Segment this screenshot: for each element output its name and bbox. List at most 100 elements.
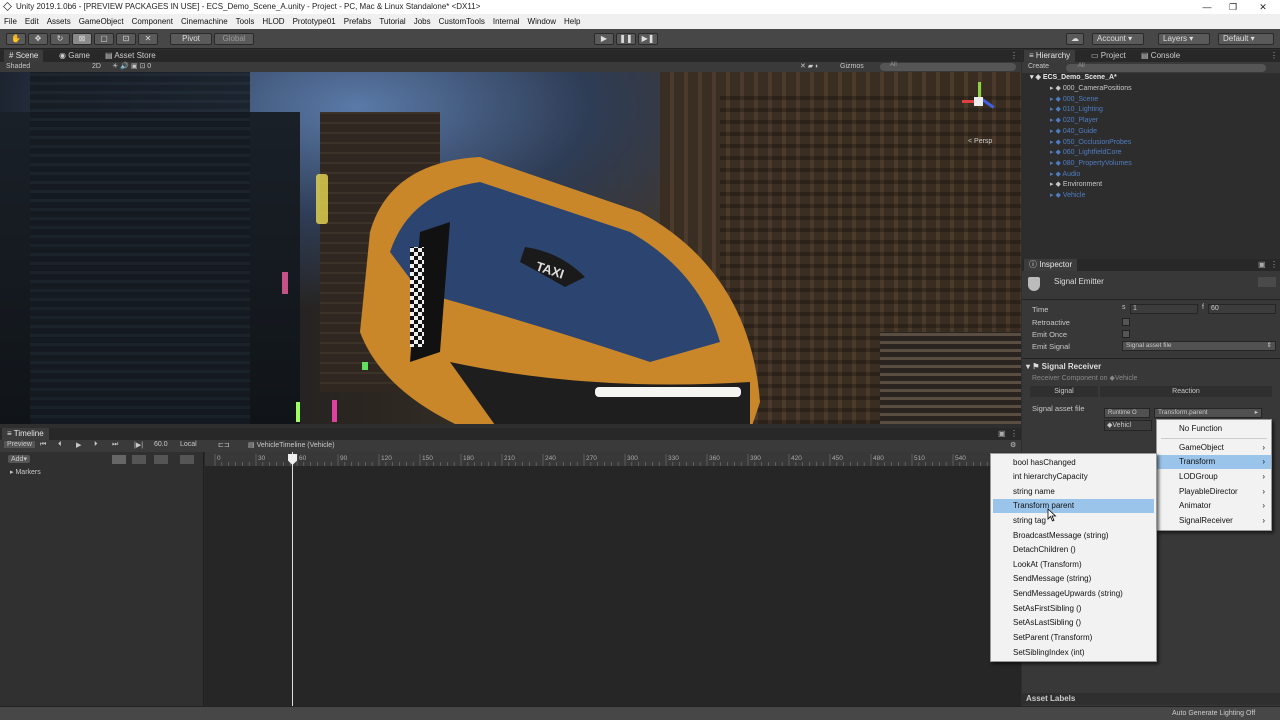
edit-mode-icon[interactable]: [180, 455, 194, 464]
menu-item-customtools[interactable]: CustomTools: [435, 14, 489, 29]
menu-item-tutorial[interactable]: Tutorial: [375, 14, 409, 29]
persp-label[interactable]: < Persp: [968, 138, 992, 145]
track-content-area[interactable]: [205, 466, 1021, 720]
menu-item-transform[interactable]: Transform ›: [1157, 455, 1271, 469]
tab-console[interactable]: ▤ Console: [1136, 50, 1185, 62]
hierarchy-item[interactable]: ▸ ◆ 080_PropertyVolumes: [1050, 159, 1132, 169]
menu-item-cinemachine[interactable]: Cinemachine: [177, 14, 232, 29]
asset-labels-header[interactable]: Asset Labels: [1022, 693, 1280, 705]
scene-search-input[interactable]: All: [880, 62, 1016, 71]
menu-item-prefabs[interactable]: Prefabs: [340, 14, 376, 29]
next-frame-icon[interactable]: ⏵: [94, 441, 98, 449]
menu-item-assets[interactable]: Assets: [43, 14, 75, 29]
menu-item-gameobject[interactable]: GameObject ›: [1157, 441, 1271, 455]
transform-tool-button[interactable]: ⊡: [116, 33, 136, 45]
orientation-gizmo[interactable]: < Persp: [952, 78, 1012, 145]
minimize-button[interactable]: —: [1200, 0, 1214, 14]
prev-frame-icon[interactable]: ⏴: [58, 441, 62, 449]
step-button[interactable]: ▶❚: [638, 33, 658, 45]
tab-scene[interactable]: # Scene: [4, 50, 44, 62]
timeline-ruler[interactable]: 0 30 60 90 120 150 180 210 240 270 300 330 360 390 420…: [205, 452, 1021, 466]
menu-item-jobs[interactable]: Jobs: [410, 14, 435, 29]
menu-item-member[interactable]: SetSiblingIndex (int): [991, 646, 1156, 660]
menu-item-no-function[interactable]: No Function: [1157, 422, 1271, 436]
menu-item-member[interactable]: string name: [991, 485, 1156, 499]
menu-item-member[interactable]: SetAsFirstSibling (): [991, 602, 1156, 616]
menu-item-animator[interactable]: Animator ›: [1157, 499, 1271, 513]
menu-item-member[interactable]: DetachChildren (): [991, 543, 1156, 557]
menu-item-component[interactable]: Component: [128, 14, 177, 29]
create-dropdown[interactable]: Create: [1028, 63, 1049, 70]
menu-item-help[interactable]: Help: [560, 14, 584, 29]
play-range-icon[interactable]: |▶|: [134, 441, 143, 449]
retroactive-checkbox[interactable]: [1122, 318, 1130, 326]
markers-toggle-icon[interactable]: [132, 455, 146, 464]
hierarchy-item[interactable]: ▸ ◆ Environment: [1050, 180, 1102, 190]
layout-dropdown[interactable]: Default ▾: [1218, 33, 1274, 45]
menu-item-window[interactable]: Window: [524, 14, 560, 29]
move-tool-button[interactable]: ✥: [28, 33, 48, 45]
hierarchy-item[interactable]: ▸ ◆ 020_Player: [1050, 116, 1098, 126]
menu-item-lodgroup[interactable]: LODGroup ›: [1157, 470, 1271, 484]
menu-item-member-selected[interactable]: Transform parent: [993, 499, 1154, 513]
shading-dropdown[interactable]: Shaded: [6, 62, 30, 72]
menu-item-member[interactable]: string tag: [991, 514, 1156, 528]
menu-item-file[interactable]: File: [0, 14, 21, 29]
play-timeline-icon[interactable]: ▶: [76, 441, 81, 449]
markers-row[interactable]: ▸ Markers: [10, 468, 41, 476]
preview-toggle[interactable]: Preview: [4, 441, 35, 448]
tab-inspector[interactable]: ⓘ Inspector: [1024, 259, 1078, 271]
gizmos-dropdown[interactable]: Gizmos: [840, 62, 864, 72]
playhead-line[interactable]: [292, 452, 293, 708]
add-track-icon[interactable]: ⊏⊐: [218, 441, 230, 449]
curves-icon[interactable]: [112, 455, 126, 464]
tab-project[interactable]: ▭ Project: [1086, 50, 1131, 62]
2d-toggle[interactable]: 2D: [92, 62, 101, 72]
menu-item-playabledirector[interactable]: PlayableDirector ›: [1157, 485, 1271, 499]
play-button[interactable]: ▶: [594, 33, 614, 45]
menu-item-member[interactable]: SetAsLastSibling (): [991, 616, 1156, 630]
object-field[interactable]: ◆Vehicl: [1104, 420, 1152, 431]
timeline-lock-icon[interactable]: ▣: [998, 429, 1006, 438]
tab-menu-icon[interactable]: ⋮: [1010, 51, 1018, 60]
frame-field[interactable]: 60.0: [154, 441, 168, 448]
goto-start-icon[interactable]: ⏮: [40, 441, 46, 449]
time-seconds-field[interactable]: 1: [1130, 304, 1198, 314]
menu-item-prototype01[interactable]: Prototype01: [289, 14, 340, 29]
runtime-dropdown[interactable]: Runtime O: [1104, 408, 1150, 418]
menu-item-tools[interactable]: Tools: [232, 14, 259, 29]
hierarchy-item[interactable]: ▸ ◆ 040_Guide: [1050, 127, 1097, 137]
menu-item-member[interactable]: LookAt (Transform): [991, 558, 1156, 572]
hierarchy-root[interactable]: ▾ ◈ ECS_Demo_Scene_A*: [1030, 73, 1117, 83]
timeline-menu-icon[interactable]: ⋮: [1010, 429, 1018, 438]
emit-once-checkbox[interactable]: [1122, 330, 1130, 338]
function-dropdown[interactable]: Transform.parent ▸: [1154, 408, 1262, 418]
lock-icon[interactable]: ▣: [1258, 260, 1266, 269]
add-track-button[interactable]: Add▾: [8, 455, 30, 463]
hierarchy-item[interactable]: ▸ ◆ 010_Lighting: [1050, 105, 1103, 115]
scene-tools-icon[interactable]: ✕ ▰ ◐: [800, 62, 819, 72]
menu-item-member[interactable]: SendMessageUpwards (string): [991, 587, 1156, 601]
account-dropdown[interactable]: Account ▾: [1092, 33, 1144, 45]
signal-receiver-header[interactable]: ▾ ⚑ Signal Receiver: [1026, 362, 1101, 371]
menu-item-member[interactable]: BroadcastMessage (string): [991, 529, 1156, 543]
rect-tool-button[interactable]: ▢: [94, 33, 114, 45]
goto-end-icon[interactable]: ⏭: [112, 441, 118, 449]
maximize-button[interactable]: ❐: [1226, 0, 1240, 14]
menu-item-internal[interactable]: Internal: [489, 14, 524, 29]
menu-item-member[interactable]: SendMessage (string): [991, 572, 1156, 586]
emit-signal-dropdown[interactable]: Signal asset file ⇕: [1122, 341, 1276, 351]
hierarchy-item[interactable]: ▸ ◆ 060_LightfieldCore: [1050, 148, 1122, 158]
global-toggle[interactable]: Global: [214, 33, 254, 45]
menu-item-signalreceiver[interactable]: SignalReceiver ›: [1157, 514, 1271, 528]
tab-hierarchy[interactable]: ≡ Hierarchy: [1024, 50, 1076, 62]
menu-item-member[interactable]: SetParent (Transform): [991, 631, 1156, 645]
menu-item-gameobject[interactable]: GameObject: [75, 14, 128, 29]
tab-timeline[interactable]: ≡ Timeline: [2, 428, 49, 440]
local-toggle[interactable]: Local: [180, 441, 197, 448]
snap-icon[interactable]: [154, 455, 168, 464]
layers-dropdown[interactable]: Layers ▾: [1158, 33, 1210, 45]
hierarchy-item[interactable]: ▸ ◆ Vehicle: [1050, 191, 1085, 201]
hierarchy-item[interactable]: ▸ ◆ 000_Scene: [1050, 95, 1098, 105]
tab-game[interactable]: ◉ Game: [54, 50, 95, 62]
